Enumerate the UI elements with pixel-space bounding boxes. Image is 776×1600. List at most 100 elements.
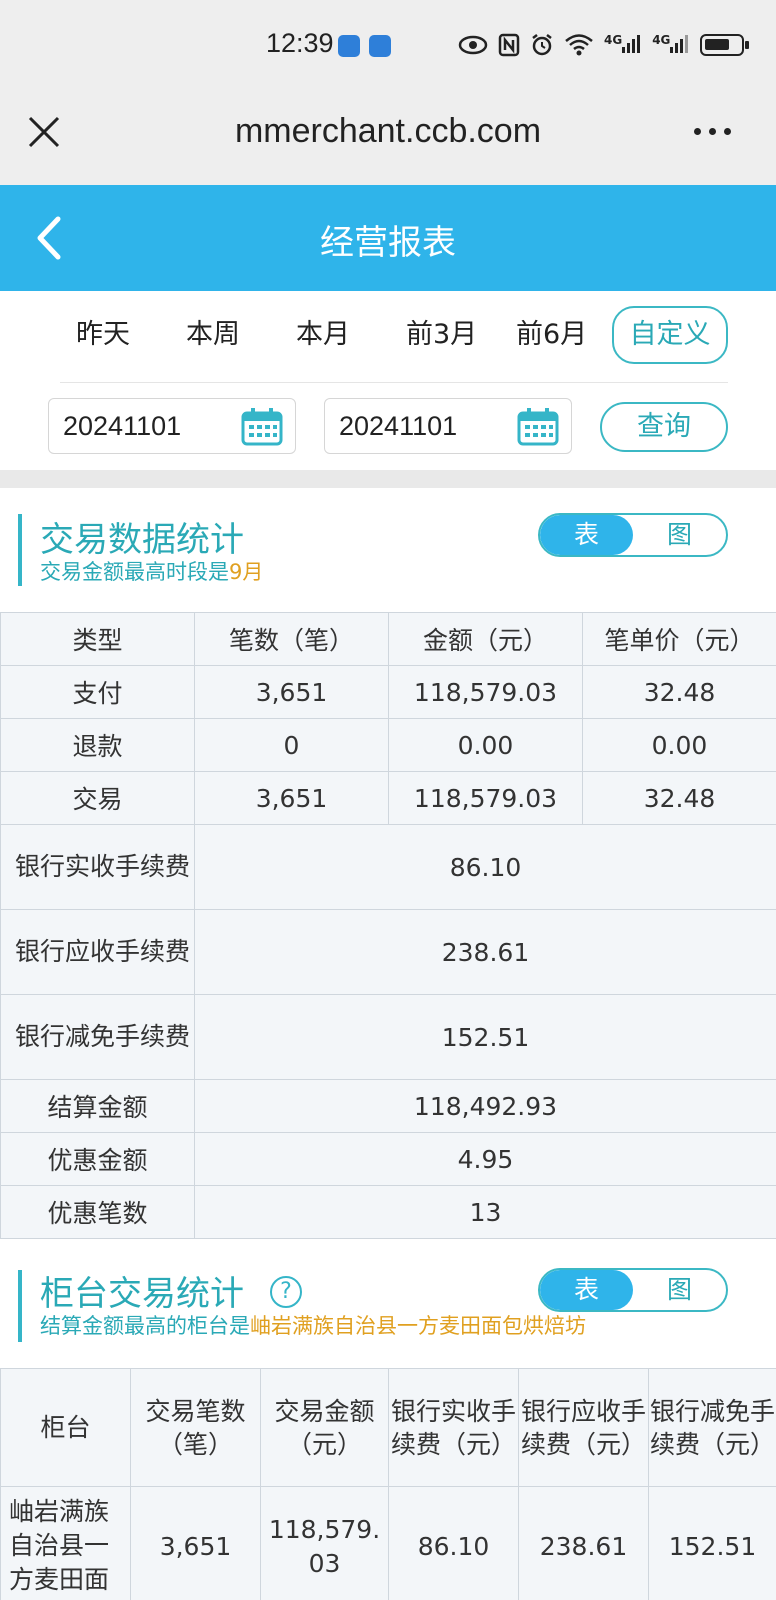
wifi-icon xyxy=(565,34,593,56)
table-row: 银行应收手续费 238.61 xyxy=(0,909,776,995)
toggle-chart-button[interactable]: 图 xyxy=(633,515,726,555)
view-toggle-transactions: 表 图 xyxy=(538,513,728,557)
calendar-icon[interactable] xyxy=(241,408,283,446)
signal-1-icon: 4G xyxy=(604,33,642,58)
period-this-month[interactable]: 本月 xyxy=(296,312,350,351)
row-label: 优惠笔数 xyxy=(0,1185,195,1239)
period-selector: 昨天 本周 本月 前3月 前6月 自定义 xyxy=(60,300,730,370)
section-title-transactions: 交易数据统计 xyxy=(40,520,244,560)
status-time: 12:39 xyxy=(266,28,334,58)
table-row: 退款 0 0.00 0.00 xyxy=(0,718,776,772)
table-row: 银行减免手续费 152.51 xyxy=(0,994,776,1080)
signal-2-icon: 4G xyxy=(652,33,690,58)
nfc-icon xyxy=(498,33,520,57)
section-subtitle-counter: 结算金额最高的柜台是岫岩满族自治县一方麦田面包烘焙坊 xyxy=(40,1314,586,1338)
table-row: 交易 3,651 118,579.03 32.48 xyxy=(0,771,776,825)
app-notification-icon xyxy=(369,35,391,57)
column-header: 银行实收手续费（元） xyxy=(388,1368,519,1487)
status-icons: 4G 4G xyxy=(458,30,750,60)
divider xyxy=(60,382,728,383)
cell-fee-due: 238.61 xyxy=(518,1486,649,1600)
column-header: 笔单价（元） xyxy=(582,612,776,666)
section-accent-bar xyxy=(18,514,22,586)
section-title-counter: 柜台交易统计 xyxy=(40,1274,244,1314)
cell-count: 0 xyxy=(194,718,389,772)
column-header: 笔数（笔） xyxy=(194,612,389,666)
top-counter-name: 岫岩满族自治县一方麦田面包烘焙坊 xyxy=(250,1314,586,1338)
table-header-row: 类型 笔数（笔） 金额（元） 笔单价（元） xyxy=(0,612,776,666)
row-label: 退款 xyxy=(0,718,195,772)
query-button[interactable]: 查询 xyxy=(600,402,728,452)
cell-count: 3,651 xyxy=(130,1486,261,1600)
toggle-chart-button[interactable]: 图 xyxy=(633,1270,726,1310)
cell-unit-price: 32.48 xyxy=(582,665,776,719)
eye-icon xyxy=(458,35,488,55)
help-icon[interactable]: ? xyxy=(270,1276,302,1308)
section-subtitle-transactions: 交易金额最高时段是9月 xyxy=(40,560,264,584)
cell-fee-waived: 152.51 xyxy=(648,1486,776,1600)
counter-stats-table: 柜台 交易笔数（笔） 交易金额（元） 银行实收手续费（元） 银行应收手续费（元）… xyxy=(0,1368,776,1600)
period-yesterday[interactable]: 昨天 xyxy=(76,312,130,351)
battery-icon xyxy=(700,34,750,56)
start-date-field[interactable]: 20241101 xyxy=(48,398,296,454)
end-date-field[interactable]: 20241101 xyxy=(324,398,572,454)
cell-amount: 118,579.03 xyxy=(388,771,583,825)
calendar-icon[interactable] xyxy=(517,408,559,446)
cell-value: 13 xyxy=(194,1185,776,1239)
cell-unit-price: 0.00 xyxy=(582,718,776,772)
row-label: 支付 xyxy=(0,665,195,719)
period-last-3-months[interactable]: 前3月 xyxy=(406,312,477,351)
counter-name: 岫岩满族自治县一方麦田面包烘焙坊 xyxy=(9,1497,110,1600)
url-text: mmerchant.ccb.com xyxy=(234,112,542,150)
peak-period-value: 9月 xyxy=(229,560,264,584)
table-row: 银行实收手续费 86.10 xyxy=(0,824,776,910)
column-header: 柜台 xyxy=(0,1368,131,1487)
start-date-value: 20241101 xyxy=(63,411,182,441)
message-notification-icon xyxy=(338,35,360,57)
cell-unit-price: 32.48 xyxy=(582,771,776,825)
status-bar: 12:39 4G 4G xyxy=(0,0,776,90)
cell-fee-actual: 86.10 xyxy=(388,1486,519,1600)
cell-value: 4.95 xyxy=(194,1132,776,1186)
column-header: 银行减免手续费（元） xyxy=(648,1368,776,1487)
period-this-week[interactable]: 本周 xyxy=(186,312,240,351)
cell-amount: 0.00 xyxy=(388,718,583,772)
transaction-stats-table: 类型 笔数（笔） 金额（元） 笔单价（元） 支付 3,651 118,579.0… xyxy=(0,612,776,1239)
cell-amount: 118,579.03 xyxy=(388,665,583,719)
cell-amount: 118,579.03 xyxy=(260,1486,389,1600)
cell-value: 152.51 xyxy=(194,994,776,1080)
cell-value: 86.10 xyxy=(194,824,776,910)
toggle-table-button[interactable]: 表 xyxy=(540,515,633,555)
table-row: 结算金额 118,492.93 xyxy=(0,1079,776,1133)
cell-count: 3,651 xyxy=(194,665,389,719)
column-header: 交易笔数（笔） xyxy=(130,1368,261,1487)
column-header: 金额（元） xyxy=(388,612,583,666)
column-header: 银行应收手续费（元） xyxy=(518,1368,649,1487)
table-row: 岫岩满族自治县一方麦田面包烘焙坊 3,651 118,579.03 86.10 … xyxy=(0,1486,776,1600)
table-row: 优惠笔数 13 xyxy=(0,1185,776,1239)
row-label: 优惠金额 xyxy=(0,1132,195,1186)
end-date-value: 20241101 xyxy=(339,411,458,441)
section-accent-bar xyxy=(18,1270,22,1342)
column-header: 交易金额（元） xyxy=(260,1368,389,1487)
cell-value: 118,492.93 xyxy=(194,1079,776,1133)
counter-name-cell: 岫岩满族自治县一方麦田面包烘焙坊 xyxy=(0,1486,131,1600)
cell-count: 3,651 xyxy=(194,771,389,825)
period-custom-button[interactable]: 自定义 xyxy=(612,306,728,364)
section-separator xyxy=(0,470,776,488)
page-title: 经营报表 xyxy=(320,223,456,263)
row-label: 银行应收手续费 xyxy=(0,909,195,995)
row-label: 银行减免手续费 xyxy=(0,994,195,1080)
column-header: 类型 xyxy=(0,612,195,666)
cell-value: 238.61 xyxy=(194,909,776,995)
period-last-6-months[interactable]: 前6月 xyxy=(516,312,587,351)
row-label: 结算金额 xyxy=(0,1079,195,1133)
table-row: 支付 3,651 118,579.03 32.48 xyxy=(0,665,776,719)
table-header-row: 柜台 交易笔数（笔） 交易金额（元） 银行实收手续费（元） 银行应收手续费（元）… xyxy=(0,1368,776,1487)
app-header: 经营报表 xyxy=(0,185,776,291)
row-label: 交易 xyxy=(0,771,195,825)
toggle-table-button[interactable]: 表 xyxy=(540,1270,633,1310)
row-label: 银行实收手续费 xyxy=(0,824,195,910)
more-options-icon[interactable] xyxy=(694,128,731,135)
browser-bar: mmerchant.ccb.com xyxy=(0,90,776,185)
